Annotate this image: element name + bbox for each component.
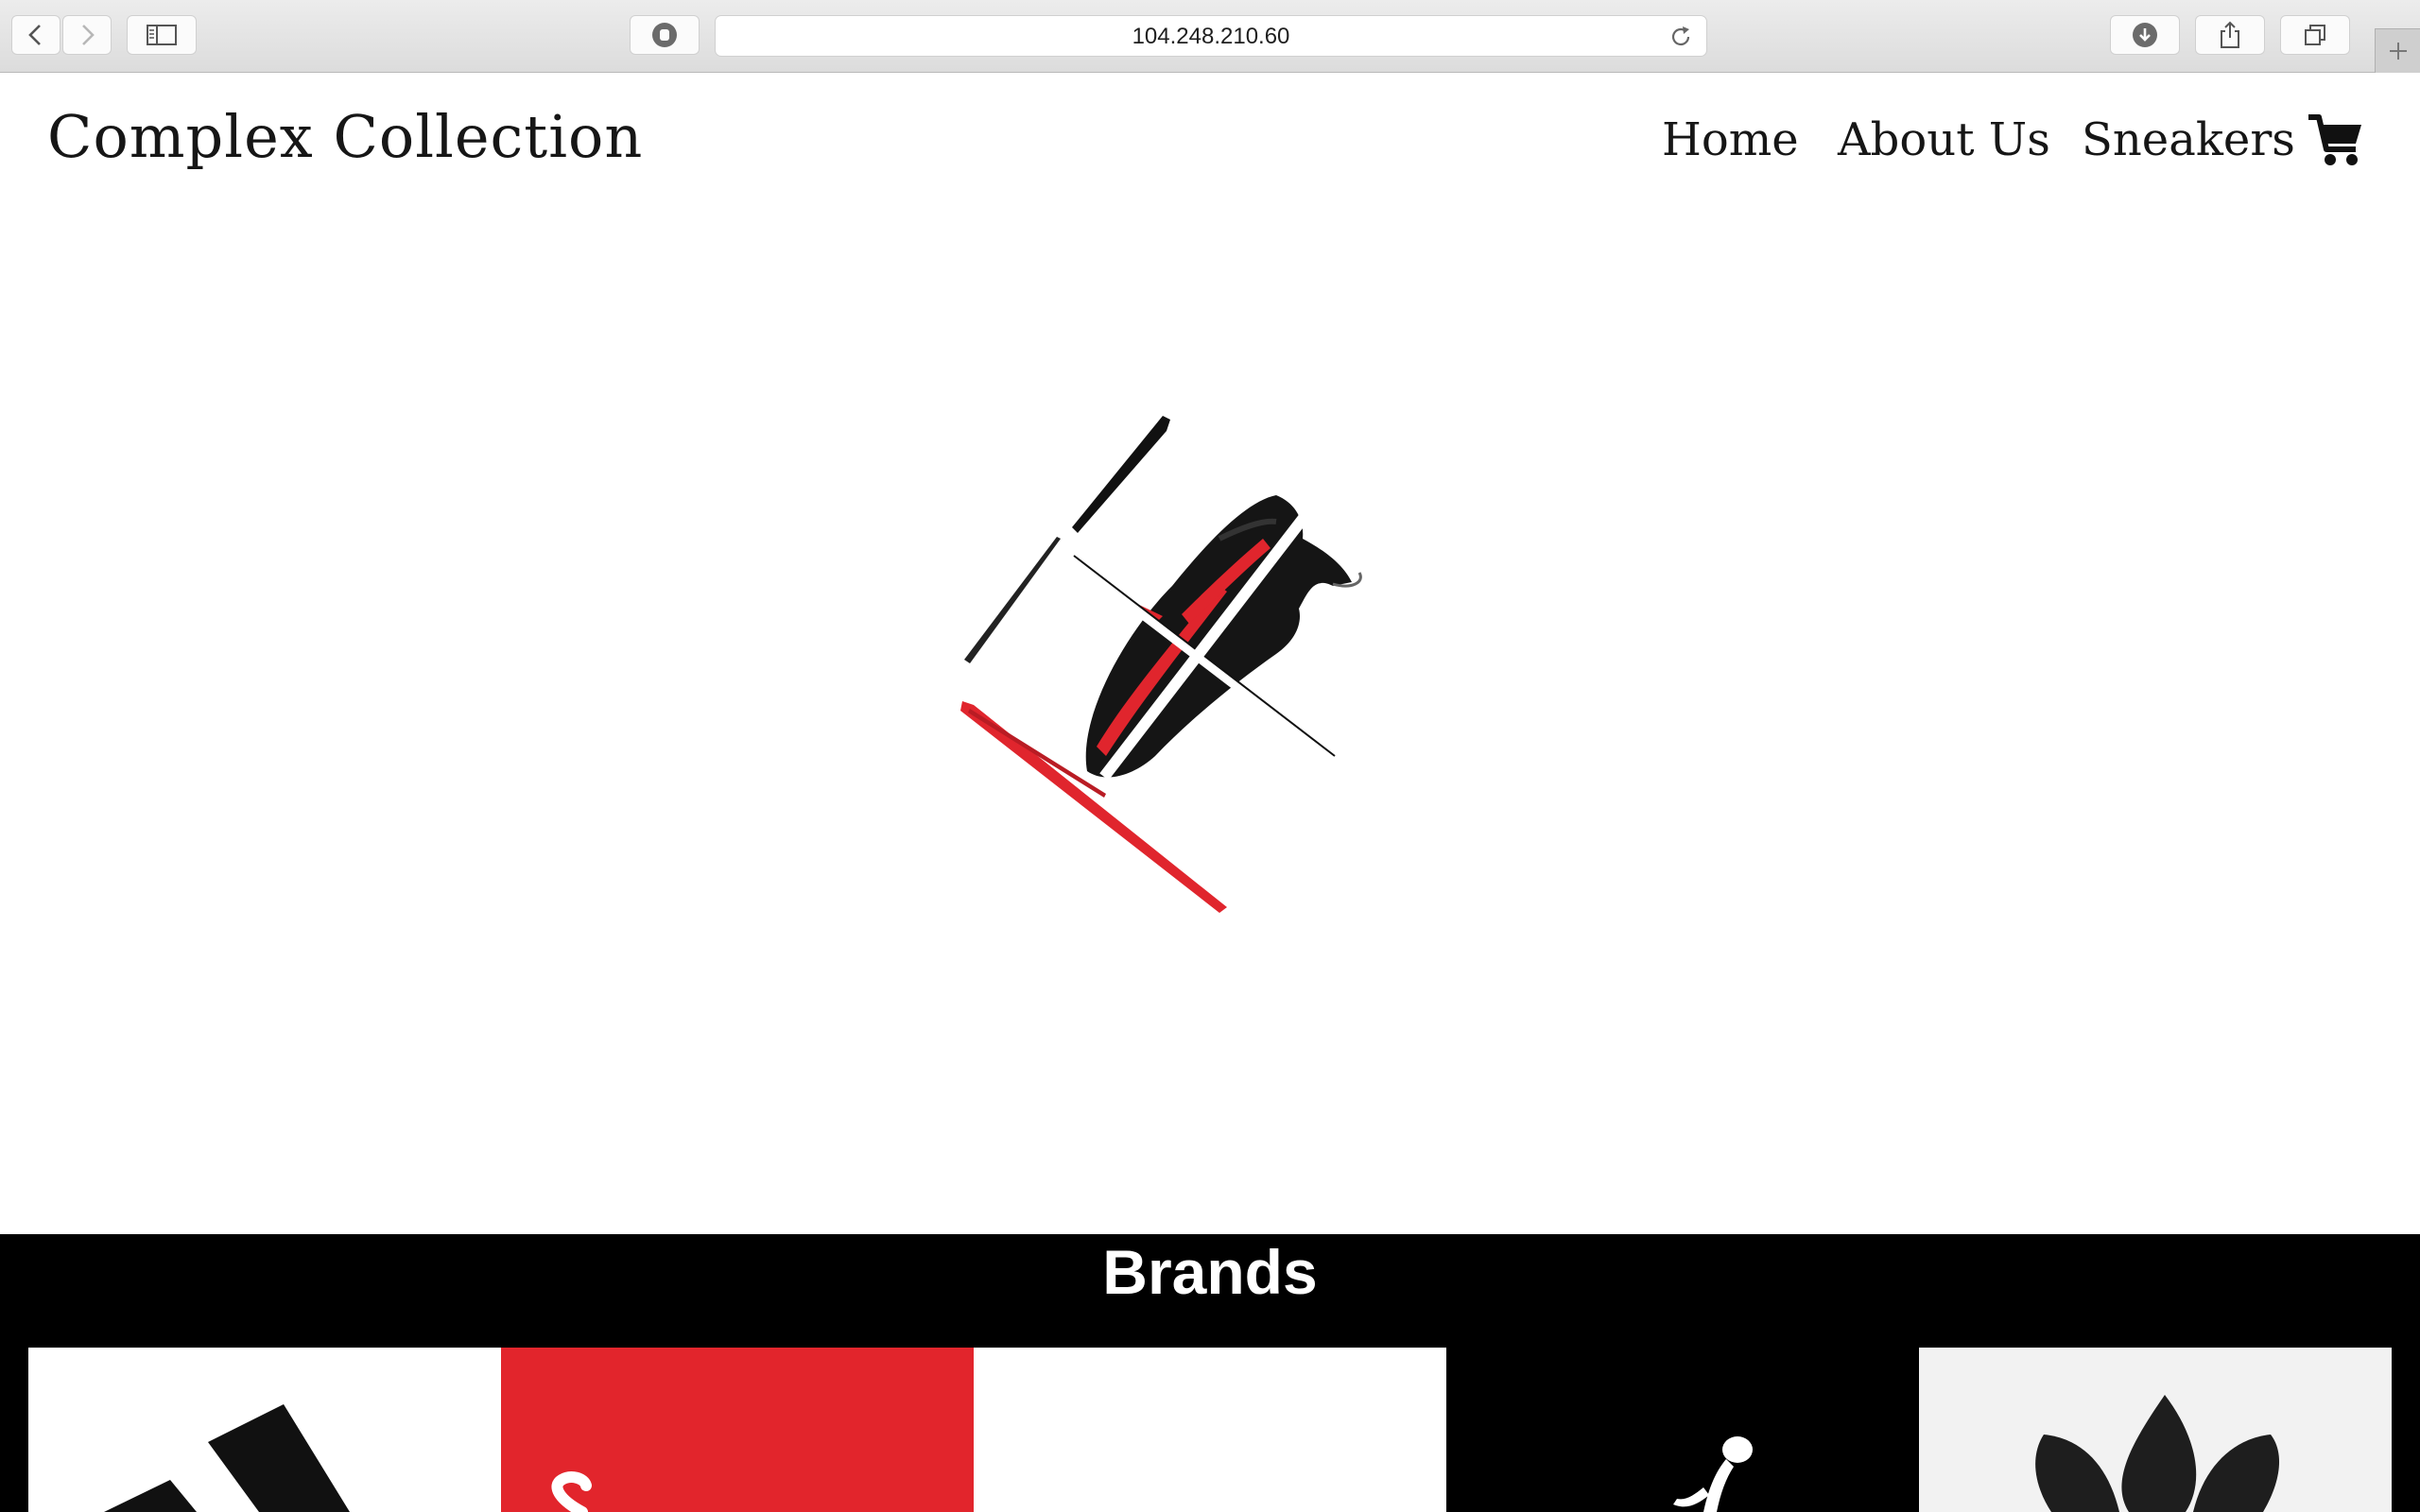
sidebar-toggle-button[interactable]	[127, 15, 197, 55]
brands-title: Brands	[1102, 1237, 1318, 1307]
brand-logo-script	[551, 1471, 592, 1512]
nav-about-us[interactable]: About Us	[1838, 113, 2050, 166]
brand-tile-3[interactable]	[974, 1348, 1446, 1512]
tabs-icon	[2305, 25, 2325, 45]
brand-tile-adidas[interactable]	[1919, 1348, 2392, 1512]
site-logo[interactable]: Complex Collection	[47, 102, 643, 171]
privacy-button[interactable]	[630, 15, 700, 55]
back-arrow-icon	[28, 25, 41, 45]
tabs-overview-button[interactable]	[2280, 15, 2350, 55]
brands-section: Brands	[0, 1234, 2420, 1512]
nav-home[interactable]: Home	[1662, 113, 1799, 166]
brand-tile-1[interactable]	[28, 1348, 501, 1512]
trefoil-logo	[2035, 1395, 2280, 1512]
sliced-sneaker-image	[960, 416, 1362, 913]
brand-logo-stripes	[104, 1404, 350, 1512]
back-button[interactable]	[11, 15, 60, 55]
nav-sneakers[interactable]: Sneakers	[2082, 113, 2295, 166]
browser-toolbar: 104.248.210.60	[0, 0, 2420, 73]
shopping-cart-icon[interactable]	[2307, 112, 2365, 168]
brand-tile-jordan[interactable]	[1446, 1348, 1919, 1512]
forward-arrow-icon	[82, 25, 95, 45]
jumpman-logo	[1673, 1436, 1753, 1512]
brand-tile-2[interactable]	[501, 1348, 974, 1512]
share-icon	[2221, 21, 2239, 48]
address-bar[interactable]: 104.248.210.60	[715, 15, 1707, 57]
shoe-upper	[1085, 495, 1362, 778]
download-icon	[2133, 23, 2157, 47]
privacy-shield-icon	[652, 23, 677, 47]
plus-icon	[2390, 43, 2407, 60]
share-button[interactable]	[2195, 15, 2265, 55]
forward-button[interactable]	[62, 15, 112, 55]
downloads-button[interactable]	[2110, 15, 2180, 55]
reload-icon[interactable]	[1668, 25, 1693, 49]
url-text: 104.248.210.60	[1132, 24, 1290, 49]
sidebar-icon	[147, 25, 177, 45]
new-tab-button[interactable]	[2375, 28, 2420, 73]
